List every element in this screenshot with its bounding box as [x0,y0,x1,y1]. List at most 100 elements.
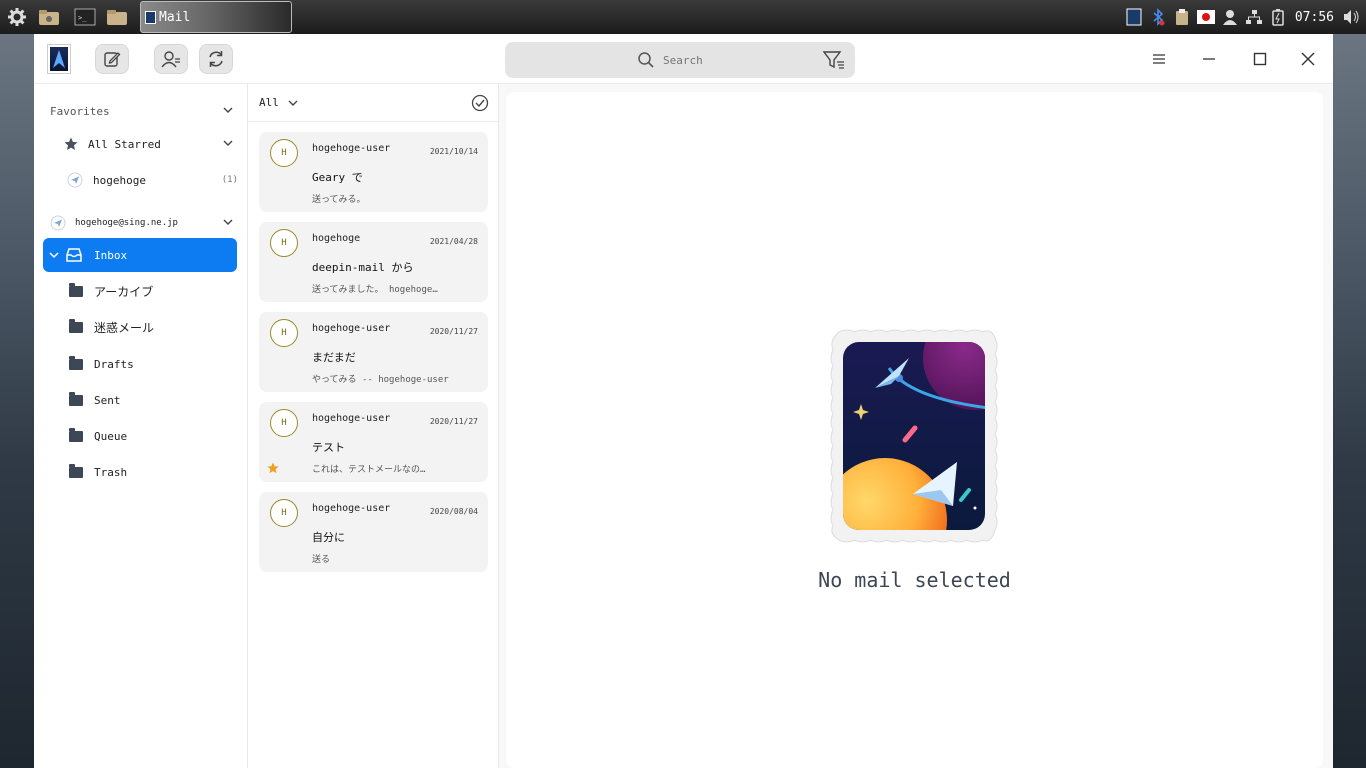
mail-sender: hogehoge [312,233,361,244]
maximize-button[interactable] [1249,48,1271,70]
mail-list: All H hogehoge-user 2021/10/14 Geary で 送… [248,84,499,768]
sidebar-item-drafts[interactable]: Drafts [34,348,248,380]
sidebar-item-favorite-account[interactable]: hogehoge (1) [34,164,248,196]
input-method-icon[interactable] [1196,8,1215,26]
search-bar[interactable] [505,42,855,78]
compose-button[interactable] [95,44,129,74]
titlebar [34,34,1333,84]
folder-icon [69,355,83,370]
folder-label: Drafts [94,357,134,371]
mail-preview: やってみる -- hogehoge-user [312,375,449,385]
sidebar-account-header[interactable]: hogehoge@sing.ne.jp [34,207,248,239]
menu-icon [1153,54,1165,64]
compose-icon [104,52,121,67]
taskbar: >_ Mail 07:56 [0,0,1366,34]
avatar: H [270,139,298,167]
sidebar-item-trash[interactable]: Trash [34,456,248,488]
mail-date: 2021/04/28 [429,237,478,246]
filter-dropdown[interactable]: All [259,96,299,109]
folder-label: アーカイブ [94,284,154,299]
mail-preview: 送ってみました。 hogehoge… [312,285,438,295]
chevron-down-icon [223,219,233,225]
search-input[interactable] [663,53,723,67]
reading-pane: No mail selected [506,92,1323,768]
favorites-label: Favorites [50,104,110,118]
unread-count-badge: (1) [221,175,238,185]
volume-icon[interactable] [1342,8,1360,26]
mail-date: 2020/11/27 [429,327,478,336]
search-icon [638,52,654,68]
account-label: hogehoge@sing.ne.jp [75,218,178,228]
folder-icon [69,282,83,297]
inbox-icon [66,248,82,262]
mail-preview: これは、テストメールなの… [312,465,426,475]
folder-icon [69,318,83,333]
sidebar-item-inbox[interactable]: Inbox [43,238,237,272]
mail-subject: deepin-mail から [312,261,414,274]
mail-list-header: All [248,84,498,122]
no-mail-selected-label: No mail selected [818,568,1011,592]
mail-item[interactable]: H hogehoge 2021/04/28 deepin-mail から 送って… [259,222,488,302]
mail-item[interactable]: H hogehoge-user 2020/08/04 自分に 送る [259,492,488,572]
mail-sender: hogehoge-user [312,323,391,334]
sidebar-item-spam[interactable]: 迷惑メール [34,311,248,343]
check-circle-icon [471,94,489,112]
taskbar-mail-task[interactable]: Mail [140,1,292,33]
filter-button[interactable] [822,50,845,74]
bluetooth-icon[interactable] [1149,8,1167,26]
select-mode-button[interactable] [471,94,489,115]
mail-item[interactable]: H hogehoge-user 2021/10/14 Geary で 送ってみる… [259,132,488,212]
mail-subject: 自分に [312,531,345,544]
mail-sender: hogehoge-user [312,503,391,514]
favorites-header[interactable]: Favorites [34,95,248,127]
file-manager-icon[interactable] [36,4,62,30]
starred-star-icon[interactable] [267,459,279,478]
folder-icon [69,391,83,406]
mail-subject: まだまだ [312,351,356,364]
folder-icon [69,463,83,478]
maximize-icon [1253,52,1267,66]
chevron-down-icon [223,107,233,113]
terminal-icon[interactable]: >_ [72,4,98,30]
sidebar-item-archive[interactable]: アーカイブ [34,275,248,307]
mail-app-icon [145,10,156,24]
contacts-icon [161,51,180,68]
taskbar-task-label: Mail [159,9,191,25]
svg-text:>_: >_ [78,14,87,22]
sidebar-item-queue[interactable]: Queue [34,420,248,452]
minimize-button[interactable] [1198,48,1220,70]
mail-subject: テスト [312,441,345,454]
battery-icon[interactable] [1269,8,1287,26]
favorite-account-label: hogehoge [93,173,146,187]
close-button[interactable] [1297,48,1319,70]
folder-label: Trash [94,465,128,479]
clock[interactable]: 07:56 [1295,10,1334,25]
mail-sender: hogehoge-user [312,143,391,154]
account-icon [50,215,66,231]
minimize-icon [1203,58,1215,60]
mail-item[interactable]: H hogehoge-user 2020/11/27 まだまだ やってみる --… [259,312,488,392]
launcher-gear-icon[interactable] [4,4,30,30]
mail-date: 2020/08/04 [429,507,478,516]
clipboard-icon[interactable] [1173,8,1191,26]
folder-icon [69,427,83,442]
mail-preview: 送る [312,555,331,565]
contacts-button[interactable] [154,44,188,74]
network-icon[interactable] [1245,8,1263,26]
mail-tray-icon[interactable] [1125,8,1143,26]
sidebar-item-all-starred[interactable]: All Starred [34,128,248,160]
refresh-icon [209,51,223,67]
avatar: H [270,409,298,437]
refresh-button[interactable] [199,44,233,74]
folder-label: 迷惑メール [94,320,155,335]
empty-state-illustration [829,328,999,544]
menu-button[interactable] [1148,48,1170,70]
mail-item[interactable]: H hogehoge-user 2020/11/27 テスト これは、テストメー… [259,402,488,482]
mail-date: 2021/10/14 [429,147,478,156]
inbox-label: Inbox [94,248,128,262]
user-icon[interactable] [1221,8,1239,26]
system-tray: 07:56 [1125,0,1366,34]
sidebar-item-sent[interactable]: Sent [34,384,248,416]
folder-icon[interactable] [104,4,130,30]
mail-preview: 送ってみる。 [312,195,366,205]
